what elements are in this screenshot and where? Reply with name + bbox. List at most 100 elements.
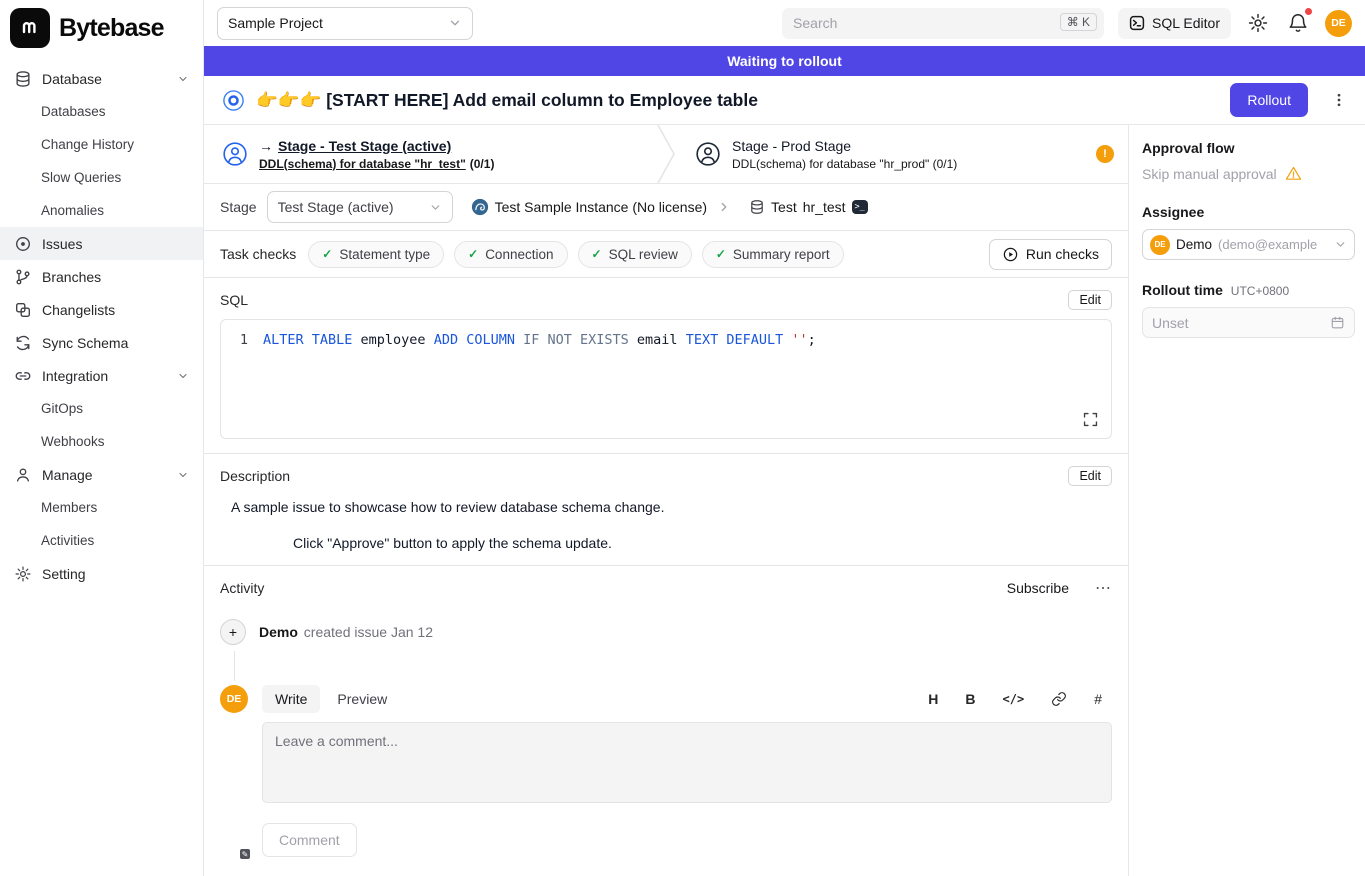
content-row: → Stage - Test Stage (active) DDL(schema… <box>204 125 1365 876</box>
check-pill-sql-review[interactable]: ✓ SQL review <box>578 241 692 268</box>
stage-card-test-stage[interactable]: → Stage - Test Stage (active) DDL(schema… <box>204 125 655 183</box>
approval-flow-value-row: Skip manual approval <box>1142 165 1355 182</box>
activity-actor: Demo <box>259 624 298 640</box>
sidebar-item-webhooks[interactable]: Webhooks <box>0 425 203 458</box>
rollout-time-label: Rollout time UTC+0800 <box>1142 282 1355 298</box>
sidebar-item-label: Branches <box>42 269 189 285</box>
check-pill-label: Statement type <box>339 247 430 262</box>
rollout-time-input[interactable]: Unset <box>1142 307 1355 338</box>
pencil-badge-icon: ✎ <box>238 847 252 861</box>
terminal-icon <box>1129 15 1145 31</box>
subscribe-button[interactable]: Subscribe <box>1007 580 1069 596</box>
sidebar-item-slow-queries[interactable]: Slow Queries <box>0 161 203 194</box>
sidebar-item-label: GitOps <box>41 401 189 416</box>
rollout-button[interactable]: Rollout <box>1230 83 1308 117</box>
issues-icon <box>14 235 32 253</box>
plus-icon: + <box>220 619 246 645</box>
comment-editor: Write Preview H B </> # <box>262 685 1112 857</box>
database-link[interactable]: Test hr_test >_ <box>749 199 868 215</box>
search-input[interactable] <box>782 8 1104 39</box>
heading-format-button[interactable]: H <box>928 691 938 707</box>
run-checks-label: Run checks <box>1026 246 1099 262</box>
stage-text: Stage - Prod Stage DDL(schema) for datab… <box>732 138 957 171</box>
branch-icon <box>14 268 32 286</box>
assignee-avatar: DE <box>1150 235 1170 255</box>
sql-code-editor: 1ALTER TABLE employee ADD COLUMN IF NOT … <box>220 319 1112 439</box>
code-format-button[interactable]: </> <box>1003 692 1025 706</box>
sidebar-item-manage[interactable]: Manage <box>0 458 203 491</box>
description-edit-button[interactable]: Edit <box>1068 466 1112 486</box>
brand-name: Bytebase <box>59 14 164 43</box>
description-line: Click "Approve" button to apply the sche… <box>293 535 1112 551</box>
run-checks-button[interactable]: Run checks <box>989 239 1112 270</box>
tab-preview[interactable]: Preview <box>324 685 400 713</box>
sidebar-item-label: Members <box>41 500 189 515</box>
sidebar-item-sync-schema[interactable]: Sync Schema <box>0 326 203 359</box>
check-icon: ✓ <box>716 247 726 261</box>
integration-icon <box>14 367 32 385</box>
comment-input[interactable] <box>262 722 1112 803</box>
check-pill-summary-report[interactable]: ✓ Summary report <box>702 241 844 268</box>
settings-gear-button[interactable] <box>1245 10 1271 36</box>
assignee-select[interactable]: DE Demo (demo@example <box>1142 229 1355 260</box>
hash-format-button[interactable]: # <box>1094 691 1102 707</box>
sidebar-item-setting[interactable]: Setting <box>0 557 203 590</box>
tab-write[interactable]: Write <box>262 685 320 713</box>
check-pill-label: Summary report <box>733 247 830 262</box>
open-in-sql-editor-icon[interactable]: >_ <box>852 200 868 215</box>
sidebar-item-members[interactable]: Members <box>0 491 203 524</box>
expand-fullscreen-icon[interactable] <box>1082 411 1099 428</box>
sidebar-item-branches[interactable]: Branches <box>0 260 203 293</box>
project-select[interactable]: Sample Project <box>217 7 473 40</box>
issue-more-menu-button[interactable] <box>1329 89 1349 111</box>
notifications-bell-button[interactable] <box>1285 10 1311 36</box>
activity-event: + Demo created issue Jan 12 <box>220 619 1112 645</box>
timeline-connector <box>234 651 235 681</box>
sidebar-item-anomalies[interactable]: Anomalies <box>0 194 203 227</box>
sidebar-item-gitops[interactable]: GitOps <box>0 392 203 425</box>
stage-select[interactable]: Test Stage (active) <box>267 191 453 223</box>
sidebar-item-label: Issues <box>42 236 189 252</box>
stage-selector-row: Stage Test Stage (active) Test Sample In… <box>204 184 1128 231</box>
sidebar-item-integration[interactable]: Integration <box>0 359 203 392</box>
check-pill-connection[interactable]: ✓ Connection <box>454 241 567 268</box>
stage-text: → Stage - Test Stage (active) DDL(schema… <box>259 138 494 171</box>
issue-sidebar-panel: Approval flow Skip manual approval Assig… <box>1128 125 1365 876</box>
brand-logo[interactable]: Bytebase <box>0 0 203 58</box>
chevron-down-icon <box>177 73 189 85</box>
sidebar-item-label: Activities <box>41 533 189 548</box>
sql-section-title: SQL <box>220 292 248 308</box>
check-pill-label: Connection <box>485 247 553 262</box>
sidebar-item-label: Setting <box>42 566 189 582</box>
check-pill-statement-type[interactable]: ✓ Statement type <box>308 241 444 268</box>
description-body: A sample issue to showcase how to review… <box>220 499 1112 551</box>
sql-edit-button[interactable]: Edit <box>1068 290 1112 310</box>
chevron-down-icon <box>177 469 189 481</box>
link-format-button[interactable] <box>1051 691 1067 707</box>
activity-section: Activity Subscribe ⋯ + Demo created issu… <box>204 565 1128 871</box>
sidebar-item-changelists[interactable]: Changelists <box>0 293 203 326</box>
sidebar-item-label: Integration <box>42 368 167 384</box>
bold-format-button[interactable]: B <box>965 691 975 707</box>
comment-composer: DE ✎ Write Preview H B </> <box>220 685 1112 857</box>
sidebar-item-activities[interactable]: Activities <box>0 524 203 557</box>
chevron-right-icon <box>717 200 731 214</box>
sidebar-item-database[interactable]: Database <box>0 62 203 95</box>
stage-task: DDL(schema) for database "hr_prod" (0/1) <box>732 157 957 171</box>
sidebar-item-label: Changelists <box>42 302 189 318</box>
sidebar-nav: Database Databases Change History Slow Q… <box>0 58 203 594</box>
sql-editor-button[interactable]: SQL Editor <box>1118 8 1231 39</box>
description-section-title: Description <box>220 468 290 484</box>
current-stage-arrow-icon: → <box>259 138 273 154</box>
sidebar-item-databases[interactable]: Databases <box>0 95 203 128</box>
comment-submit-button[interactable]: Comment <box>262 823 357 857</box>
activity-more-button[interactable]: ⋯ <box>1095 578 1112 598</box>
sidebar-item-issues[interactable]: Issues <box>0 227 203 260</box>
instance-link[interactable]: Test Sample Instance (No license) <box>471 198 707 216</box>
user-avatar[interactable]: DE <box>1325 10 1352 37</box>
stage-card-prod-stage[interactable]: Stage - Prod Stage DDL(schema) for datab… <box>677 125 1128 183</box>
comment-avatar: DE <box>220 685 248 713</box>
chevron-down-icon <box>429 201 442 214</box>
sidebar-item-change-history[interactable]: Change History <box>0 128 203 161</box>
sql-token <box>783 330 791 350</box>
